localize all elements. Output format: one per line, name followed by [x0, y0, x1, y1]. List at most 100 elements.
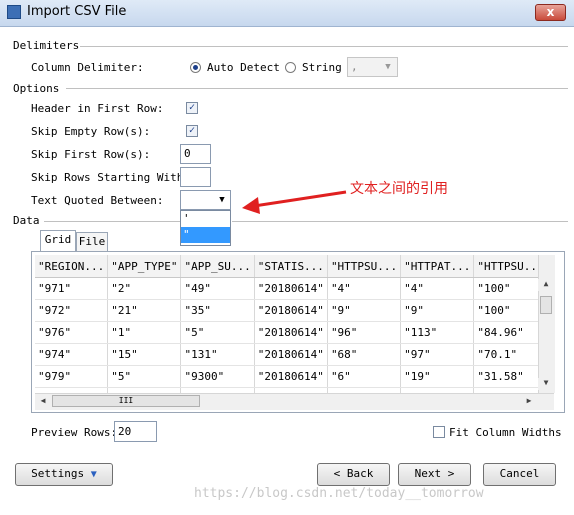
table-cell[interactable]: "20180614": [254, 365, 328, 388]
table-cell[interactable]: "971": [35, 277, 109, 300]
table-cell[interactable]: "20180614": [254, 343, 328, 366]
vertical-scroll-thumb[interactable]: [540, 296, 552, 314]
settings-button[interactable]: Settings ▼: [15, 463, 113, 486]
table-cell[interactable]: "979": [35, 365, 109, 388]
table-cell[interactable]: "5": [180, 321, 255, 344]
table-row[interactable]: "976" "1" "5" "20180614" "96" "113" "84.96": [35, 321, 538, 344]
checkmark-icon: ✓: [188, 125, 196, 136]
horizontal-scroll-thumb[interactable]: III: [52, 395, 200, 407]
string-radio[interactable]: [285, 62, 296, 73]
skip-first-rows-label: Skip First Row(s):: [31, 148, 151, 161]
table-cell[interactable]: "15": [107, 343, 182, 366]
quote-option-single[interactable]: ': [181, 211, 230, 227]
data-divider: [232, 221, 568, 222]
header-first-row-label: Header in First Row:: [31, 102, 164, 115]
table-cell[interactable]: "21": [107, 299, 182, 322]
scroll-right-icon[interactable]: ▶: [523, 395, 535, 407]
tab-file[interactable]: File: [76, 232, 108, 251]
options-divider: [66, 88, 568, 89]
table-cell[interactable]: "100": [473, 299, 538, 322]
quote-option-double[interactable]: ": [181, 227, 230, 243]
fit-column-widths-checkbox[interactable]: [433, 426, 445, 438]
table-cell[interactable]: "131": [180, 343, 255, 366]
table-cell[interactable]: "19": [400, 365, 475, 388]
settings-button-label: Settings: [31, 467, 85, 480]
table-cell[interactable]: "2": [107, 277, 182, 300]
delimiters-divider: [80, 46, 568, 47]
watermark: https://blog.csdn.net/today__tomorrow: [194, 486, 484, 501]
skip-first-rows-input[interactable]: 0: [180, 144, 211, 164]
auto-detect-label[interactable]: Auto Detect: [207, 61, 280, 74]
table-row[interactable]: "972" "21" "35" "20180614" "9" "9" "100": [35, 299, 538, 322]
table-cell[interactable]: "20180614": [254, 277, 328, 300]
skip-empty-rows-checkbox[interactable]: ✓: [186, 125, 198, 137]
table-cell[interactable]: "4": [327, 277, 402, 300]
table-cell[interactable]: "84.96": [473, 321, 538, 344]
skip-rows-starting-input[interactable]: [180, 167, 211, 187]
preview-rows-label: Preview Rows:: [31, 426, 118, 439]
scroll-left-icon[interactable]: ◀: [37, 395, 49, 407]
table-cell[interactable]: "972": [35, 299, 109, 322]
table-cell[interactable]: "1": [107, 321, 182, 344]
table-cell[interactable]: "35": [180, 299, 255, 322]
column-header[interactable]: "STATIS...: [254, 255, 328, 278]
table-row[interactable]: "971" "2" "49" "20180614" "4" "4" "100": [35, 277, 538, 300]
cancel-button[interactable]: Cancel: [483, 463, 556, 486]
close-button[interactable]: x: [535, 4, 566, 21]
table-cell[interactable]: "4": [400, 277, 475, 300]
column-header[interactable]: "REGION...: [35, 255, 109, 278]
data-section-label: Data: [13, 214, 40, 227]
app-icon: [7, 5, 21, 19]
table-cell[interactable]: "5": [107, 365, 182, 388]
skip-rows-starting-label: Skip Rows Starting With:: [31, 171, 190, 184]
data-divider: [44, 221, 180, 222]
window-title: Import CSV File: [27, 4, 127, 19]
checkmark-icon: ✓: [188, 102, 196, 113]
table-cell[interactable]: "9300": [180, 365, 255, 388]
table-cell[interactable]: "974": [35, 343, 109, 366]
dropdown-arrow-icon: ▼: [90, 469, 97, 480]
column-header[interactable]: "APP_SU...: [180, 255, 255, 278]
table-cell[interactable]: "31.58": [473, 365, 538, 388]
column-delimiter-label: Column Delimiter:: [31, 61, 144, 74]
table-cell[interactable]: "20180614": [254, 299, 328, 322]
table-cell[interactable]: "97": [400, 343, 475, 366]
scroll-up-icon[interactable]: ▲: [538, 279, 554, 291]
chevron-down-icon: ▼: [385, 62, 391, 72]
back-button[interactable]: < Back: [317, 463, 390, 486]
string-delimiter-value: ,: [351, 60, 358, 73]
table-row[interactable]: "974" "15" "131" "20180614" "68" "97" "70.1": [35, 343, 538, 366]
table-cell[interactable]: "976": [35, 321, 109, 344]
annotation-arrow: [242, 190, 347, 214]
table-cell[interactable]: "70.1": [473, 343, 538, 366]
string-label[interactable]: String: [302, 61, 342, 74]
close-icon: x: [546, 5, 555, 19]
table-cell[interactable]: "96": [327, 321, 402, 344]
table-cell[interactable]: "9": [400, 299, 475, 322]
table-row[interactable]: "979" "5" "9300" "20180614" "6" "19" "31.58": [35, 365, 538, 388]
text-quoted-dropdown-list: ' ": [180, 210, 231, 246]
table-cell[interactable]: "49": [180, 277, 255, 300]
preview-rows-input[interactable]: 20: [114, 421, 157, 442]
vertical-scrollbar[interactable]: [538, 255, 555, 393]
table-cell[interactable]: "9": [327, 299, 402, 322]
table-cell[interactable]: "68": [327, 343, 402, 366]
delimiters-section-label: Delimiters: [13, 39, 80, 52]
next-button[interactable]: Next >: [398, 463, 471, 486]
column-header[interactable]: "HTTPSU...: [473, 255, 538, 278]
table-cell[interactable]: "113": [400, 321, 475, 344]
options-section-label: Options: [13, 82, 60, 95]
column-header[interactable]: "HTTPAT...: [400, 255, 475, 278]
scroll-down-icon[interactable]: ▼: [538, 378, 554, 390]
auto-detect-radio[interactable]: [190, 62, 201, 73]
table-cell[interactable]: "100": [473, 277, 538, 300]
header-first-row-checkbox[interactable]: ✓: [186, 102, 198, 114]
data-grid: "REGION... "APP_TYPE" "APP_SU... "STATIS...…: [35, 255, 538, 393]
column-header[interactable]: "HTTPSU...: [327, 255, 402, 278]
skip-empty-rows-label: Skip Empty Row(s):: [31, 125, 151, 138]
tab-grid[interactable]: Grid: [40, 230, 76, 251]
fit-column-widths-label[interactable]: Fit Column Widths: [449, 426, 562, 439]
table-cell[interactable]: "6": [327, 365, 402, 388]
column-header[interactable]: "APP_TYPE": [107, 255, 182, 278]
table-cell[interactable]: "20180614": [254, 321, 328, 344]
